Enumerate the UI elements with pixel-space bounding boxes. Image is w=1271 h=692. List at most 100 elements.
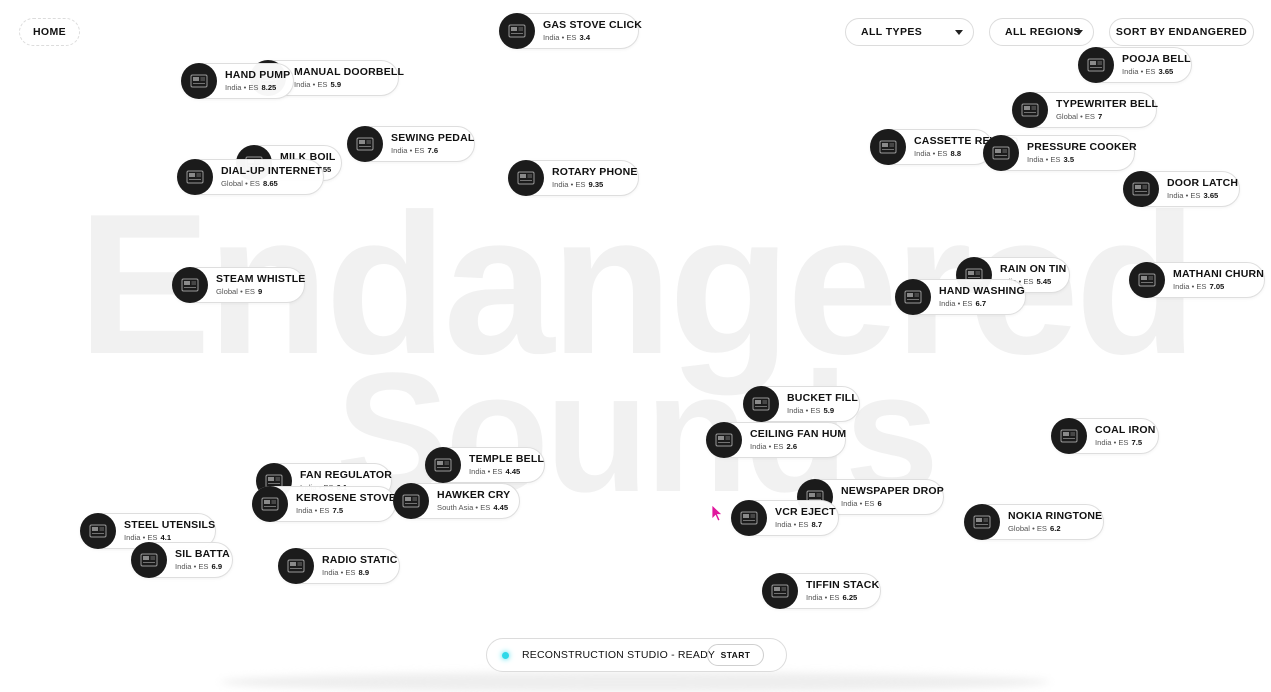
sound-thumbnail-icon bbox=[252, 486, 288, 522]
start-button[interactable]: START bbox=[707, 644, 764, 666]
sound-tag: ES bbox=[480, 503, 491, 512]
sound-score: 5.9 bbox=[823, 406, 835, 415]
sound-name: TYPEWRITER BELL bbox=[1056, 98, 1159, 110]
chevron-down-icon bbox=[955, 30, 963, 35]
sound-name: MANUAL DOORBELL bbox=[294, 66, 405, 78]
sound-name: NEWSPAPER DROP bbox=[841, 485, 944, 497]
sound-chip[interactable]: DOOR LATCH India • ES 3.65 bbox=[1123, 171, 1240, 207]
sound-name: SIL BATTA bbox=[175, 548, 230, 560]
sound-region: India bbox=[552, 180, 569, 189]
sound-tag: ES bbox=[1036, 524, 1047, 533]
sound-chip[interactable]: BUCKET FILL India • ES 5.9 bbox=[743, 386, 860, 422]
sound-score: 8.9 bbox=[358, 568, 370, 577]
sound-chip[interactable]: HAND PUMP India • ES 8.25 bbox=[181, 63, 294, 99]
sound-score: 4.45 bbox=[505, 467, 521, 476]
sound-score: 7.6 bbox=[427, 146, 439, 155]
sound-name: POOJA BELL bbox=[1122, 53, 1191, 65]
sound-score: 8.7 bbox=[811, 520, 823, 529]
sound-chip[interactable]: COAL IRON India • ES 7.5 bbox=[1051, 418, 1159, 454]
sound-region: Global bbox=[1056, 112, 1078, 121]
sound-name: STEEL UTENSILS bbox=[124, 519, 216, 531]
sound-region: India bbox=[124, 533, 141, 542]
sound-meta: India • ES 8.8 bbox=[914, 149, 962, 158]
sound-meta: India • ES 9.35 bbox=[552, 180, 604, 189]
type-filter-label: ALL TYPES bbox=[861, 26, 923, 38]
sound-chip[interactable]: TIFFIN STACK India • ES 6.25 bbox=[762, 573, 881, 609]
sound-chip[interactable]: GAS STOVE CLICK India • ES 3.4 bbox=[499, 13, 643, 49]
sound-chip[interactable]: HAND WASHING India • ES 6.7 bbox=[895, 279, 1026, 315]
sound-chip[interactable]: NOKIA RINGTONE Global • ES 6.2 bbox=[964, 504, 1104, 540]
sound-region: India bbox=[1122, 67, 1139, 76]
sound-score: 9.35 bbox=[588, 180, 604, 189]
sound-chip[interactable]: ROTARY PHONE India • ES 9.35 bbox=[508, 160, 639, 196]
sound-region: India bbox=[1095, 438, 1112, 447]
sound-region: India bbox=[469, 467, 486, 476]
sound-chip[interactable]: VCR EJECT India • ES 8.7 bbox=[731, 500, 839, 536]
sound-name: NOKIA RINGTONE bbox=[1008, 510, 1103, 522]
sound-tag: ES bbox=[492, 467, 503, 476]
sound-tag: ES bbox=[1196, 282, 1207, 291]
sound-region: Global bbox=[216, 287, 238, 296]
type-filter-dropdown[interactable]: ALL TYPES bbox=[845, 18, 974, 46]
sound-meta: India • ES 3.65 bbox=[1167, 191, 1219, 200]
sound-thumbnail-icon bbox=[177, 159, 213, 195]
sound-meta: India • ES 2.6 bbox=[750, 442, 798, 451]
sound-meta: India • ES 8.7 bbox=[775, 520, 823, 529]
status-indicator-dot bbox=[502, 652, 509, 659]
sound-chip[interactable]: POOJA BELL India • ES 3.65 bbox=[1078, 47, 1192, 83]
mouse-cursor-icon bbox=[711, 504, 723, 522]
sound-thumbnail-icon bbox=[1012, 92, 1048, 128]
sound-name: PRESSURE COOKER bbox=[1027, 141, 1137, 153]
sound-name: TEMPLE BELL bbox=[469, 453, 545, 465]
sound-thumbnail-icon bbox=[172, 267, 208, 303]
sound-meta: Global • ES 9 bbox=[216, 287, 263, 296]
sound-region: India bbox=[296, 506, 313, 515]
sound-meta: India • ES 6.9 bbox=[175, 562, 223, 571]
sound-name: DIAL-UP INTERNET bbox=[221, 165, 323, 177]
sound-region: India bbox=[806, 593, 823, 602]
sound-score: 3.5 bbox=[1063, 155, 1075, 164]
sound-chip[interactable]: SEWING PEDAL India • ES 7.6 bbox=[347, 126, 475, 162]
sound-tag: ES bbox=[1145, 67, 1156, 76]
sound-name: RAIN ON TIN bbox=[1000, 263, 1067, 275]
sound-chip[interactable]: HAWKER CRY South Asia • ES 4.45 bbox=[393, 483, 520, 519]
sound-name: GAS STOVE CLICK bbox=[543, 19, 643, 31]
sound-chip[interactable]: CEILING FAN HUM India • ES 2.6 bbox=[706, 422, 846, 458]
region-filter-dropdown[interactable]: ALL REGIONS bbox=[989, 18, 1094, 46]
sound-thumbnail-icon bbox=[425, 447, 461, 483]
sound-score: 6.7 bbox=[975, 299, 987, 308]
sound-name: HAWKER CRY bbox=[437, 489, 511, 501]
sort-button[interactable]: SORT BY ENDANGERED bbox=[1109, 18, 1254, 46]
sound-chip[interactable]: PRESSURE COOKER India • ES 3.5 bbox=[983, 135, 1137, 171]
sound-chip[interactable]: SIL BATTA India • ES 6.9 bbox=[131, 542, 233, 578]
sound-tag: ES bbox=[937, 149, 948, 158]
sound-region: South Asia bbox=[437, 503, 474, 512]
sound-name: MATHANI CHURN bbox=[1173, 268, 1265, 280]
sound-meta: India • ES 5.9 bbox=[294, 80, 342, 89]
sound-meta: India • ES 3.5 bbox=[1027, 155, 1075, 164]
sound-score: 6.25 bbox=[842, 593, 858, 602]
sound-chip[interactable]: KEROSENE STOVE India • ES 7.5 bbox=[252, 486, 396, 522]
sound-chip[interactable]: RADIO STATIC India • ES 8.9 bbox=[278, 548, 400, 584]
sound-region: India bbox=[543, 33, 560, 42]
sound-name: BUCKET FILL bbox=[787, 392, 859, 404]
sound-tag: ES bbox=[249, 179, 260, 188]
sound-chip[interactable]: TYPEWRITER BELL Global • ES 7 bbox=[1012, 92, 1159, 128]
sound-score: 8.8 bbox=[950, 149, 962, 158]
sound-chip[interactable]: TEMPLE BELL India • ES 4.45 bbox=[425, 447, 545, 483]
sound-thumbnail-icon bbox=[1051, 418, 1087, 454]
sound-tag: ES bbox=[1084, 112, 1095, 121]
sound-tag: ES bbox=[829, 593, 840, 602]
sound-chip[interactable]: DIAL-UP INTERNET Global • ES 8.65 bbox=[177, 159, 324, 195]
sound-name: COAL IRON bbox=[1095, 424, 1156, 436]
sound-meta: India • ES 6.7 bbox=[939, 299, 987, 308]
sound-chip[interactable]: CASSETTE REWIND India • ES 8.8 bbox=[870, 129, 1018, 165]
sound-meta: India • ES 7.6 bbox=[391, 146, 439, 155]
sound-score: 7 bbox=[1097, 112, 1103, 121]
sound-tag: ES bbox=[345, 568, 356, 577]
sound-thumbnail-icon bbox=[499, 13, 535, 49]
sound-chip[interactable]: MATHANI CHURN India • ES 7.05 bbox=[1129, 262, 1265, 298]
home-button[interactable]: HOME bbox=[19, 18, 80, 46]
sound-chip[interactable]: STEAM WHISTLE Global • ES 9 bbox=[172, 267, 305, 303]
sound-thumbnail-icon bbox=[706, 422, 742, 458]
